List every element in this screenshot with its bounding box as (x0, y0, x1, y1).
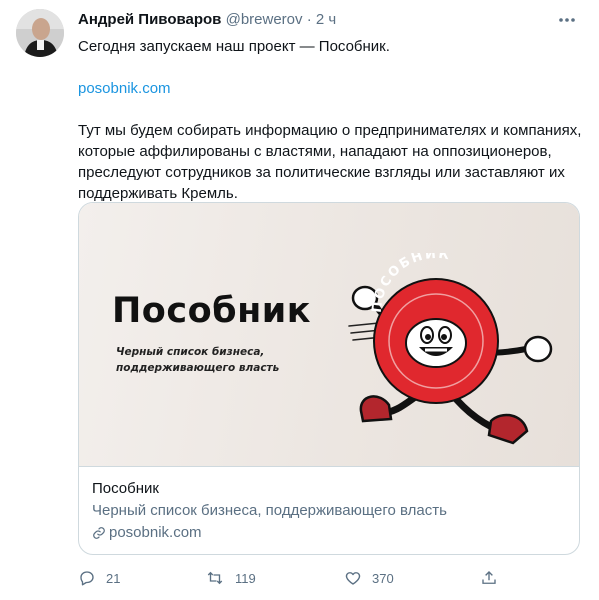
tweet-time[interactable]: 2 ч (316, 11, 336, 28)
mascot-illustration: ПОСОБНИК (348, 253, 553, 445)
share-icon (482, 571, 496, 584)
card-description: Черный список бизнеса, поддерживающего в… (92, 502, 447, 519)
tweet-text: Сегодня запускаем наш проект — Пособник.… (78, 36, 583, 204)
card-image-subtitle-line2: поддерживающего власть (116, 362, 280, 374)
tweet-header: Андрей Пивоваров @brewerov · 2 ч (78, 10, 579, 30)
like-count: 370 (372, 570, 394, 586)
tweet-body: Тут мы будем собирать информацию о предп… (78, 122, 582, 202)
more-icon[interactable] (555, 10, 579, 30)
retweet-button[interactable]: 119 (205, 566, 256, 590)
author-handle[interactable]: @brewerov (226, 11, 303, 28)
card-title: Пособник (92, 480, 159, 497)
author-name[interactable]: Андрей Пивоваров (78, 11, 221, 28)
retweet-icon (207, 571, 223, 585)
share-button[interactable] (480, 566, 508, 590)
card-info: Пособник Черный список бизнеса, поддержи… (92, 479, 566, 543)
tweet-link[interactable]: posobnik.com (78, 80, 171, 97)
reply-count: 21 (106, 570, 121, 586)
reply-button[interactable]: 21 (78, 566, 120, 590)
link-icon (93, 527, 105, 539)
avatar[interactable] (16, 9, 64, 57)
card-image-subtitle-line1: Черный список бизнеса, (116, 346, 265, 358)
tweet-line-1: Сегодня запускаем наш проект — Пособник. (78, 38, 390, 55)
like-button[interactable]: 370 (344, 566, 394, 590)
card-image-title: Пособник (112, 291, 312, 331)
reply-icon (80, 571, 94, 586)
separator-dot: · (306, 11, 312, 28)
card-image[interactable]: Пособник Черный список бизнеса, поддержи… (79, 203, 579, 467)
card-domain: posobnik.com (92, 523, 566, 543)
card-domain-text: posobnik.com (109, 524, 202, 541)
retweet-count: 119 (235, 570, 256, 586)
tweet[interactable]: Андрей Пивоваров @brewerov · 2 ч Сегодня… (0, 0, 599, 600)
card-image-subtitle: Черный список бизнеса, поддерживающего в… (116, 344, 336, 376)
tweet-actions: 21 119 370 (78, 566, 583, 590)
link-card[interactable]: Пособник Черный список бизнеса, поддержи… (78, 202, 580, 555)
like-icon (345, 572, 361, 585)
